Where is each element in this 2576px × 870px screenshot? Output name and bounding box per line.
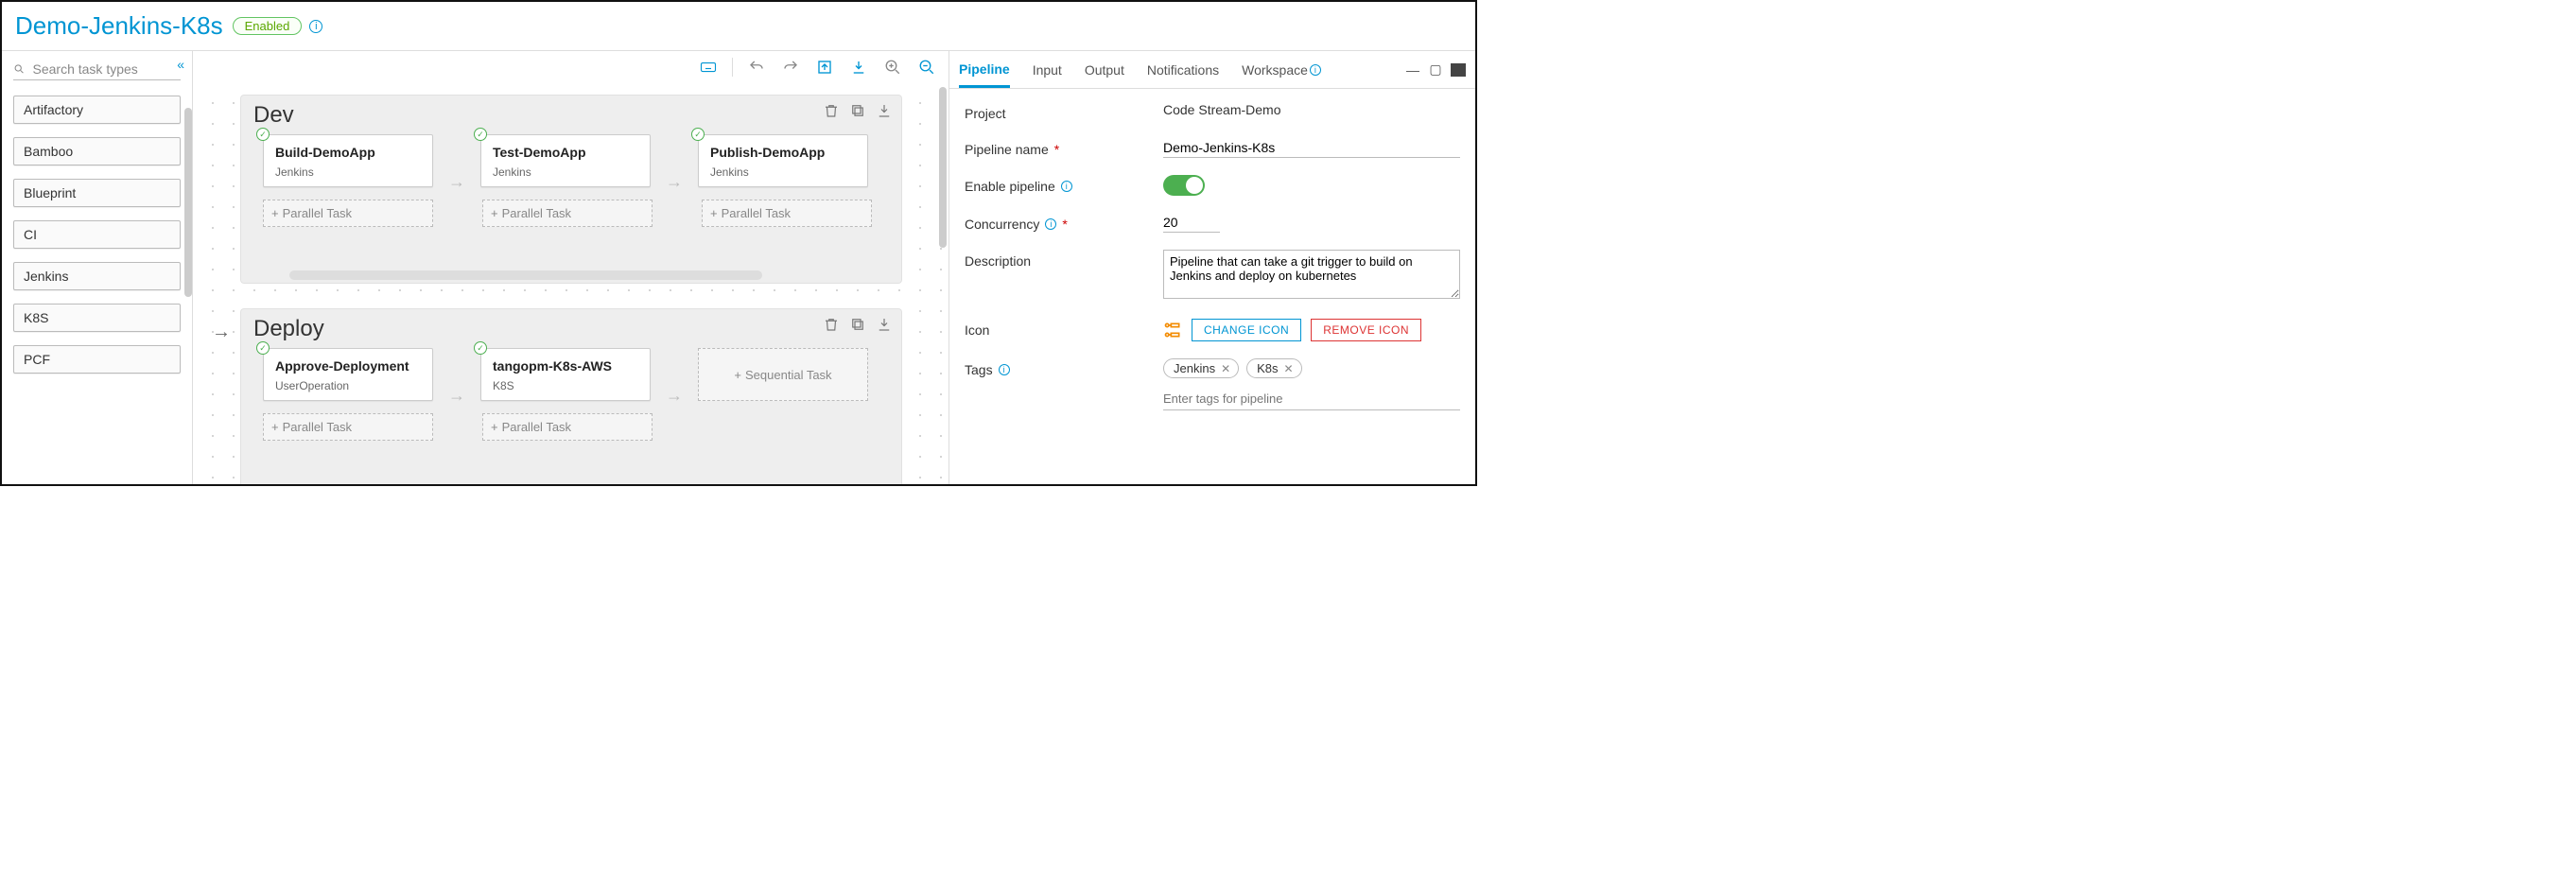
stage-dev[interactable]: Dev Build-DemoApp Jenkins → (240, 95, 902, 284)
task-subtitle: K8S (493, 379, 638, 392)
required-icon: * (1062, 217, 1067, 232)
task-title: Build-DemoApp (275, 145, 421, 160)
delete-stage-icon[interactable] (823, 316, 840, 333)
tab-input[interactable]: Input (1033, 53, 1062, 86)
task-card[interactable]: Build-DemoApp Jenkins (263, 134, 433, 187)
label-icon: Icon (965, 319, 1163, 338)
export-stage-icon[interactable] (876, 102, 893, 119)
info-icon[interactable]: i (1045, 218, 1056, 230)
task-subtitle: UserOperation (275, 379, 421, 392)
fit-icon[interactable] (814, 58, 835, 77)
value-project: Code Stream-Demo (1163, 102, 1460, 117)
task-title: tangopm-K8s-AWS (493, 358, 638, 374)
add-parallel-task[interactable]: +Parallel Task (263, 413, 433, 441)
keyboard-icon[interactable] (698, 58, 719, 77)
task-type-item[interactable]: PCF (13, 345, 181, 374)
change-icon-button[interactable]: CHANGE ICON (1192, 319, 1301, 341)
task-title: Approve-Deployment (275, 358, 421, 374)
pipeline-icon (1163, 321, 1182, 339)
add-parallel-task[interactable]: +Parallel Task (263, 200, 433, 227)
description-textarea[interactable] (1163, 250, 1460, 299)
search-input[interactable] (31, 61, 182, 78)
pipeline-name-input[interactable] (1163, 138, 1460, 158)
status-ok-icon (474, 341, 487, 355)
page-title: Demo-Jenkins-K8s (15, 11, 223, 41)
maximize-panel-icon[interactable]: ▢ (1428, 63, 1443, 77)
status-ok-icon (474, 128, 487, 141)
connector-icon: → (666, 172, 683, 192)
remove-tag-icon[interactable]: ✕ (1221, 362, 1230, 375)
task-subtitle: Jenkins (493, 165, 638, 179)
task-type-item[interactable]: Blueprint (13, 179, 181, 207)
task-title: Publish-DemoApp (710, 145, 856, 160)
delete-stage-icon[interactable] (823, 102, 840, 119)
required-icon: * (1054, 142, 1059, 157)
status-ok-icon (256, 341, 270, 355)
add-parallel-task[interactable]: +Parallel Task (702, 200, 872, 227)
task-type-item[interactable]: Bamboo (13, 137, 181, 165)
enable-pipeline-toggle[interactable] (1163, 175, 1205, 196)
info-icon[interactable]: i (1061, 181, 1072, 192)
task-subtitle: Jenkins (710, 165, 856, 179)
info-icon[interactable]: i (1310, 64, 1321, 76)
stage-title: Deploy (240, 308, 902, 342)
task-card[interactable]: Publish-DemoApp Jenkins (698, 134, 868, 187)
tag-chip: Jenkins✕ (1163, 358, 1239, 378)
pipeline-canvas[interactable]: Dev Build-DemoApp Jenkins → (193, 83, 949, 484)
tab-pipeline[interactable]: Pipeline (959, 52, 1010, 88)
label-project: Project (965, 102, 1163, 121)
undo-icon[interactable] (746, 58, 767, 77)
tag-chip: K8s✕ (1246, 358, 1301, 378)
stage-title: Dev (240, 95, 902, 129)
tab-output[interactable]: Output (1085, 53, 1124, 86)
task-type-item[interactable]: Artifactory (13, 96, 181, 124)
task-type-item[interactable]: CI (13, 220, 181, 249)
copy-stage-icon[interactable] (849, 316, 866, 333)
redo-icon[interactable] (780, 58, 801, 77)
status-ok-icon (256, 128, 270, 141)
add-sequential-task[interactable]: +Sequential Task (698, 348, 868, 401)
connector-icon: → (448, 172, 465, 192)
task-subtitle: Jenkins (275, 165, 421, 179)
add-parallel-task[interactable]: +Parallel Task (482, 200, 653, 227)
info-icon[interactable]: i (999, 364, 1010, 375)
canvas-scrollbar[interactable] (939, 87, 947, 248)
label-description: Description (965, 250, 1163, 269)
label-tags: Tags (965, 362, 993, 377)
export-stage-icon[interactable] (876, 316, 893, 333)
tab-notifications[interactable]: Notifications (1147, 53, 1219, 86)
sidebar-scrollbar[interactable] (184, 108, 192, 297)
tags-input[interactable] (1163, 388, 1460, 410)
label-pipeline-name: Pipeline name (965, 142, 1049, 157)
task-type-item[interactable]: Jenkins (13, 262, 181, 290)
status-badge: Enabled (233, 17, 303, 35)
concurrency-input[interactable] (1163, 213, 1220, 233)
search-icon (13, 62, 26, 76)
task-card[interactable]: Test-DemoApp Jenkins (480, 134, 651, 187)
task-type-item[interactable]: K8S (13, 304, 181, 332)
minimize-panel-icon[interactable]: — (1405, 63, 1420, 77)
remove-icon-button[interactable]: REMOVE ICON (1311, 319, 1421, 341)
stage-connector-icon: → (212, 322, 231, 343)
download-icon[interactable] (848, 58, 869, 77)
status-ok-icon (691, 128, 705, 141)
tab-workspace[interactable]: Workspacei (1242, 53, 1321, 86)
add-parallel-task[interactable]: +Parallel Task (482, 413, 653, 441)
task-card[interactable]: tangopm-K8s-AWS K8S (480, 348, 651, 401)
remove-tag-icon[interactable]: ✕ (1284, 362, 1294, 375)
stage-scrollbar[interactable] (289, 270, 762, 280)
connector-icon: → (448, 386, 465, 406)
connector-icon: → (666, 386, 683, 406)
label-enable-pipeline: Enable pipeline (965, 179, 1055, 194)
stage-deploy[interactable]: Deploy Approve-Deployment UserOperation … (240, 308, 902, 484)
dock-panel-icon[interactable] (1451, 63, 1466, 77)
label-concurrency: Concurrency (965, 217, 1039, 232)
collapse-sidebar-icon[interactable]: « (177, 57, 184, 72)
zoom-in-icon[interactable] (882, 58, 903, 77)
info-icon[interactable]: i (309, 20, 322, 33)
zoom-out-icon[interactable] (916, 58, 937, 77)
task-title: Test-DemoApp (493, 145, 638, 160)
task-card[interactable]: Approve-Deployment UserOperation (263, 348, 433, 401)
copy-stage-icon[interactable] (849, 102, 866, 119)
